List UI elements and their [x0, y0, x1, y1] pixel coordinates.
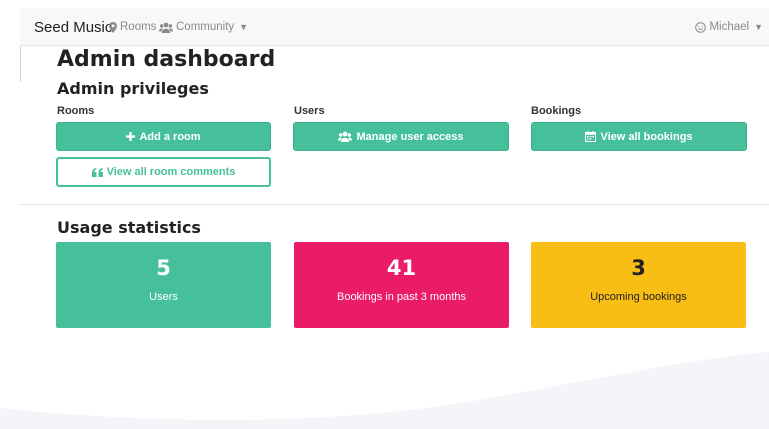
view-all-bookings-label: View all bookings [600, 130, 693, 143]
admin-privileges-heading: Admin privileges [57, 79, 209, 98]
stat-card-upcoming-bookings: 3 Upcoming bookings [531, 242, 746, 328]
caret-down-icon: ▼ [239, 22, 249, 32]
nav-rooms-label: Rooms [120, 21, 157, 33]
stat-card-users: 5 Users [56, 242, 271, 328]
stat-card-bookings-past-3-months: 41 Bookings in past 3 months [294, 242, 509, 328]
nav-rooms[interactable]: Rooms [109, 21, 156, 33]
add-room-button[interactable]: Add a room [56, 122, 271, 151]
stat-label: Bookings in past 3 months [336, 291, 467, 303]
stat-label: Users [149, 291, 178, 303]
page-title: Admin dashboard [57, 47, 276, 72]
manage-user-access-label: Manage user access [356, 130, 464, 143]
sidebar-edge [20, 46, 21, 82]
brand-link[interactable]: Seed Music [34, 19, 112, 36]
bookings-label: Bookings [531, 105, 582, 117]
rooms-label: Rooms [57, 105, 95, 117]
navbar: Seed Music Rooms Community ▼ Michael ▼ [20, 8, 769, 46]
user-menu-dropdown[interactable]: Michael ▼ [695, 21, 763, 33]
map-marker-icon [109, 21, 117, 33]
stat-value: 5 [156, 256, 171, 280]
users-icon [159, 22, 173, 33]
section-divider [20, 204, 769, 205]
page-background-wave [0, 352, 769, 429]
view-room-comments-button[interactable]: View all room comments [56, 157, 271, 187]
nav-community-label: Community [176, 21, 235, 33]
quote-icon [91, 167, 103, 177]
caret-down-icon: ▼ [754, 22, 763, 32]
smiley-icon [695, 21, 707, 33]
plus-icon [126, 132, 136, 141]
nav-community-dropdown[interactable]: Community ▼ [159, 21, 248, 33]
manage-user-access-button[interactable]: Manage user access [293, 122, 509, 151]
view-all-bookings-button[interactable]: View all bookings [531, 122, 747, 151]
user-name: Michael [709, 21, 750, 33]
stat-label: Upcoming bookings [590, 291, 687, 303]
stat-value: 3 [631, 256, 646, 280]
view-room-comments-label: View all room comments [106, 166, 236, 178]
calendar-icon [585, 131, 597, 142]
users-icon [338, 131, 353, 142]
users-label: Users [294, 105, 325, 117]
usage-statistics-heading: Usage statistics [57, 218, 201, 237]
stat-value: 41 [386, 256, 417, 280]
add-room-label: Add a room [139, 130, 201, 143]
